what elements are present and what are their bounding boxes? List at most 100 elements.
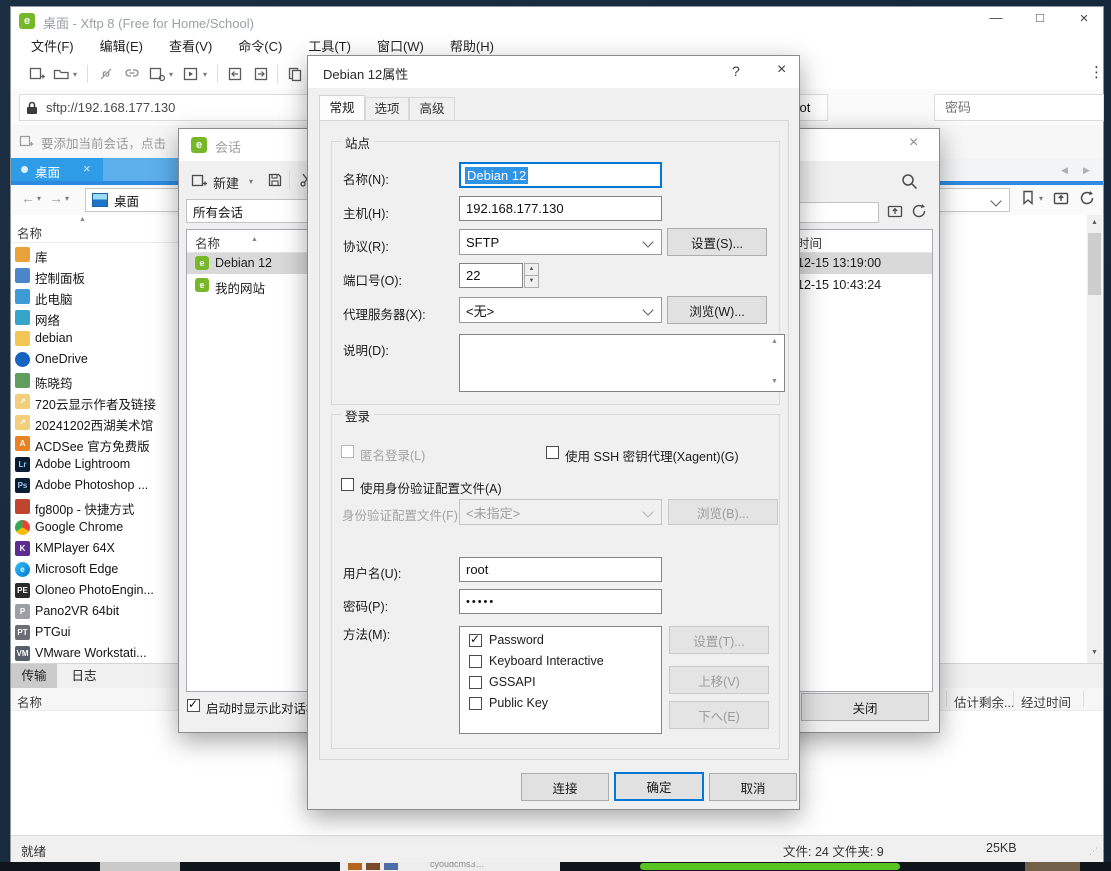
tab-log[interactable]: 日志 [61, 664, 107, 688]
scrollbar-thumb[interactable] [1088, 233, 1101, 295]
auth-profile-checkbox[interactable] [341, 478, 354, 491]
method-checkbox-password[interactable] [469, 634, 482, 647]
textarea-scroll-down-icon[interactable]: ▼ [771, 378, 778, 385]
tab-close-icon[interactable]: × [83, 161, 91, 176]
add-session-icon[interactable] [19, 134, 34, 149]
folder-up-icon[interactable] [887, 203, 904, 219]
method-checkbox-gssapi[interactable] [469, 676, 482, 689]
menu-view[interactable]: 查看(V) [169, 35, 212, 59]
properties-dialog-titlebar[interactable]: Debian 12属性 ? × [308, 56, 799, 88]
export-icon[interactable] [253, 66, 269, 82]
sessions-close-icon[interactable]: × [909, 134, 918, 152]
search-icon[interactable] [901, 173, 918, 190]
open-folder-dropdown[interactable]: ▾ [73, 70, 77, 79]
minimize-button[interactable]: — [979, 10, 1013, 32]
resize-grip[interactable]: ⋰ [1089, 846, 1099, 857]
toolbar-overflow-icon[interactable]: ⋮ [1089, 63, 1104, 81]
left-path-box[interactable]: 桌面 [85, 188, 183, 212]
right-scrollbar[interactable]: ▲ ▼ [1087, 215, 1102, 663]
tree-item[interactable]: VMware Workstati... [35, 646, 147, 660]
proxy-combo[interactable]: <无> [459, 297, 662, 323]
method-checkbox-publickey[interactable] [469, 697, 482, 710]
scroll-down-icon[interactable]: ▼ [1091, 649, 1098, 656]
sessions-close-button[interactable]: 关闭 [801, 693, 929, 721]
new-window-icon[interactable] [149, 66, 165, 82]
protocol-settings-button[interactable]: 设置(S)... [667, 228, 767, 256]
scroll-up-icon[interactable]: ▲ [1091, 219, 1098, 226]
title-bar[interactable]: e 桌面 - Xftp 8 (Free for Home/School) — □… [11, 7, 1103, 35]
tree-item[interactable]: fg800p - 快捷方式 [35, 499, 134, 518]
show-on-startup-checkbox[interactable] [187, 699, 200, 712]
password-input[interactable] [935, 95, 1103, 120]
tree-item[interactable]: OneDrive [35, 352, 88, 366]
tree-item[interactable]: Oloneo PhotoEngin... [35, 583, 154, 597]
new-session-icon[interactable] [191, 173, 207, 189]
method-item[interactable]: Public Key [489, 696, 548, 710]
menu-file[interactable]: 文件(F) [31, 35, 74, 59]
refresh-icon[interactable] [1079, 190, 1096, 206]
forward-dropdown[interactable]: ▾ [65, 194, 69, 203]
tree-item[interactable]: PTGui [35, 625, 70, 639]
cancel-button[interactable]: 取消 [709, 773, 797, 801]
port-input[interactable]: 22 [459, 263, 523, 288]
tab-general[interactable]: 常规 [319, 95, 365, 121]
tab-scroll-next-icon[interactable]: ▶ [1083, 165, 1090, 176]
forward-icon[interactable]: → [49, 190, 63, 206]
close-button[interactable]: × [1067, 10, 1101, 32]
port-spin-down[interactable]: ▼ [524, 275, 539, 288]
protocol-combo[interactable]: SFTP [459, 229, 662, 255]
tree-item[interactable]: Microsoft Edge [35, 562, 118, 576]
tree-item[interactable]: 库 [35, 247, 48, 266]
tree-item[interactable]: 此电脑 [35, 289, 73, 308]
method-item[interactable]: Keyboard Interactive [489, 654, 604, 668]
description-textarea[interactable] [459, 334, 785, 392]
new-session-icon[interactable] [29, 66, 45, 82]
menu-edit[interactable]: 编辑(E) [100, 35, 143, 59]
ssh-agent-checkbox[interactable] [546, 446, 559, 459]
session-col-time[interactable]: 时间 [797, 233, 822, 252]
disconnect-icon[interactable] [97, 66, 115, 82]
new-session-dropdown[interactable]: ▾ [249, 177, 253, 186]
new-session-label[interactable]: 新建 [213, 173, 239, 192]
tree-item[interactable]: KMPlayer 64X [35, 541, 115, 555]
tree-item[interactable]: 控制面板 [35, 268, 85, 287]
folder-up-icon[interactable] [1053, 190, 1070, 206]
bookmark-icon[interactable] [1021, 190, 1035, 206]
back-icon[interactable]: ← [21, 190, 35, 206]
tree-item[interactable]: ACDSee 官方免费版 [35, 436, 150, 455]
tree-item[interactable]: Adobe Lightroom [35, 457, 130, 471]
bookmark-dropdown[interactable]: ▾ [1039, 194, 1043, 203]
host-input[interactable]: 192.168.177.130 [459, 196, 662, 221]
run-icon[interactable] [183, 66, 199, 82]
menu-command[interactable]: 命令(C) [238, 35, 282, 59]
copy-icon[interactable] [287, 66, 303, 82]
new-window-dropdown[interactable]: ▾ [169, 70, 173, 79]
proxy-browse-button[interactable]: 浏览(W)... [667, 296, 767, 324]
tab-transfer[interactable]: 传输 [11, 664, 57, 688]
tab-options[interactable]: 选项 [365, 97, 409, 121]
session-col-name[interactable]: 名称 [195, 233, 220, 252]
tree-item[interactable]: Google Chrome [35, 520, 123, 534]
tab-advanced[interactable]: 高级 [409, 97, 455, 121]
tab-desktop[interactable]: 桌面 × [11, 158, 103, 181]
back-dropdown[interactable]: ▾ [37, 194, 41, 203]
method-item[interactable]: GSSAPI [489, 675, 536, 689]
tree-item[interactable]: Pano2VR 64bit [35, 604, 119, 618]
refresh-icon[interactable] [911, 203, 928, 219]
tree-item[interactable]: Adobe Photoshop ... [35, 478, 148, 492]
method-listbox[interactable]: Password Keyboard Interactive GSSAPI Pub… [459, 626, 662, 734]
open-folder-icon[interactable] [53, 66, 70, 82]
transfer-col-elapsed[interactable]: 经过时间 [1021, 692, 1071, 711]
save-icon[interactable] [267, 172, 283, 188]
method-checkbox-keyboard[interactable] [469, 655, 482, 668]
import-icon[interactable] [227, 66, 243, 82]
connect-icon[interactable] [123, 66, 141, 82]
run-dropdown[interactable]: ▾ [203, 70, 207, 79]
tree-item[interactable]: 网络 [35, 310, 60, 329]
connect-button[interactable]: 连接 [521, 773, 609, 801]
transfer-col-remaining[interactable]: 估计剩余... [954, 692, 1014, 711]
tree-item[interactable]: 720云显示作者及链接 [35, 394, 156, 413]
tab-scroll-prev-icon[interactable]: ◀ [1061, 165, 1068, 176]
session-path-box[interactable] [791, 202, 879, 223]
transfer-col-name[interactable]: 名称 [17, 692, 42, 711]
